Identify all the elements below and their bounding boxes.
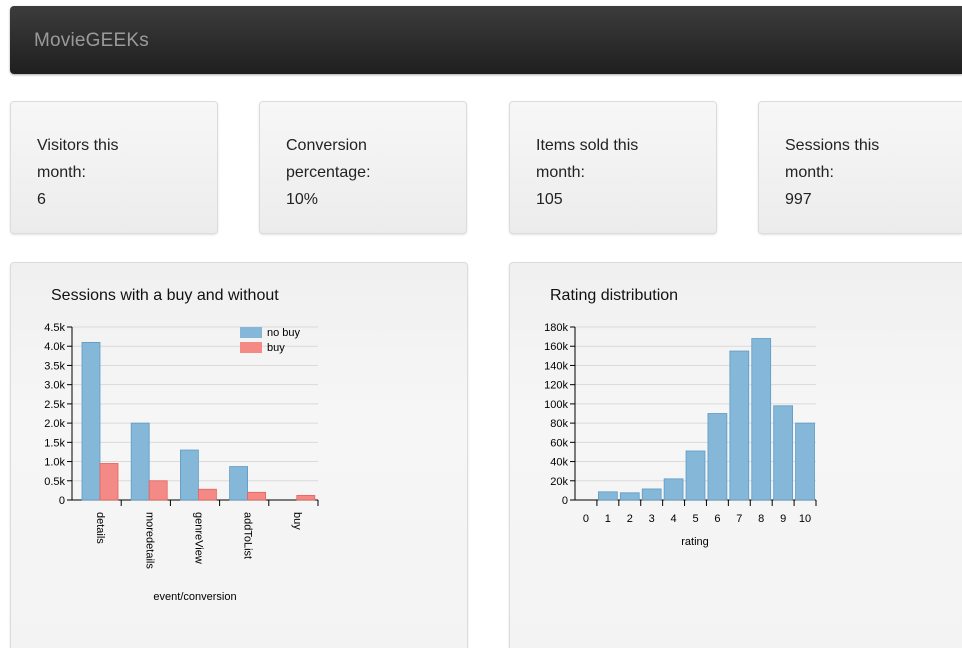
- x-tick-label: addToList: [242, 512, 254, 559]
- y-tick-label: 140k: [544, 360, 568, 372]
- legend-swatch-buy: [240, 342, 262, 353]
- bar-buy: [99, 463, 119, 501]
- bar-rating: [598, 491, 618, 501]
- x-tick-label: 5: [692, 513, 698, 525]
- y-tick-label: 3.0k: [44, 380, 65, 392]
- x-axis-label: rating: [681, 536, 709, 548]
- bar-rating: [795, 422, 815, 501]
- bar-no-buy: [130, 422, 150, 501]
- x-tick-label: 0: [583, 513, 589, 525]
- bar-rating: [707, 413, 728, 501]
- x-tick-label: 2: [627, 513, 633, 525]
- x-tick-label: 1: [605, 513, 611, 525]
- bar-rating: [685, 450, 706, 501]
- y-tick-label: 80k: [550, 418, 568, 430]
- y-tick-label: 0: [562, 495, 568, 507]
- y-tick-label: 60k: [550, 437, 568, 449]
- y-tick-label: 120k: [544, 380, 568, 392]
- y-tick-label: 160k: [544, 341, 568, 353]
- bar-buy: [296, 494, 316, 501]
- bar-rating: [729, 350, 750, 501]
- x-tick-label: 4: [671, 513, 677, 525]
- y-tick-label: 4.5k: [44, 322, 65, 334]
- y-tick-label: 0.5k: [44, 476, 65, 488]
- bar-rating: [619, 492, 640, 501]
- bar-buy: [148, 480, 168, 501]
- x-tick-label: 8: [758, 513, 764, 525]
- bar-buy: [247, 491, 267, 501]
- legend-label: no buy: [267, 327, 301, 339]
- x-tick-label: 6: [714, 513, 720, 525]
- x-tick-label: genreView: [192, 512, 204, 564]
- y-tick-label: 3.5k: [44, 360, 65, 372]
- bar-buy: [197, 488, 217, 501]
- y-tick-label: 180k: [544, 322, 568, 334]
- y-tick-label: 2.0k: [44, 418, 65, 430]
- y-tick-label: 0: [59, 495, 65, 507]
- y-tick-label: 40k: [550, 457, 568, 469]
- x-tick-label: 9: [780, 513, 786, 525]
- x-tick-label: moredetails: [143, 512, 155, 569]
- x-tick-label: 7: [736, 513, 742, 525]
- x-tick-label: buy: [291, 512, 303, 530]
- x-tick-label: 3: [649, 513, 655, 525]
- x-axis-label: event/conversion: [153, 591, 236, 603]
- legend-swatch-no-buy: [240, 327, 262, 338]
- y-tick-label: 20k: [550, 476, 568, 488]
- y-tick-label: 1.0k: [44, 457, 65, 469]
- bar-rating: [663, 478, 684, 501]
- legend-label: buy: [267, 342, 285, 354]
- bar-rating: [751, 338, 772, 501]
- y-tick-label: 2.5k: [44, 399, 65, 411]
- x-tick-label: 10: [799, 513, 811, 525]
- y-tick-label: 1.5k: [44, 437, 65, 449]
- bar-no-buy: [179, 449, 199, 501]
- bar-no-buy: [229, 466, 249, 501]
- y-tick-label: 4.0k: [44, 341, 65, 353]
- charts-svg: 0 0.5k 1.0k 1.5k 2.0k 2.5k 3.0k 3.5k 4.0k 4.5k det…: [44, 322, 817, 603]
- bar-no-buy: [81, 341, 101, 501]
- bar-rating: [641, 488, 662, 501]
- bar-rating: [773, 405, 793, 501]
- y-tick-label: 100k: [544, 399, 568, 411]
- x-tick-label: details: [94, 512, 106, 544]
